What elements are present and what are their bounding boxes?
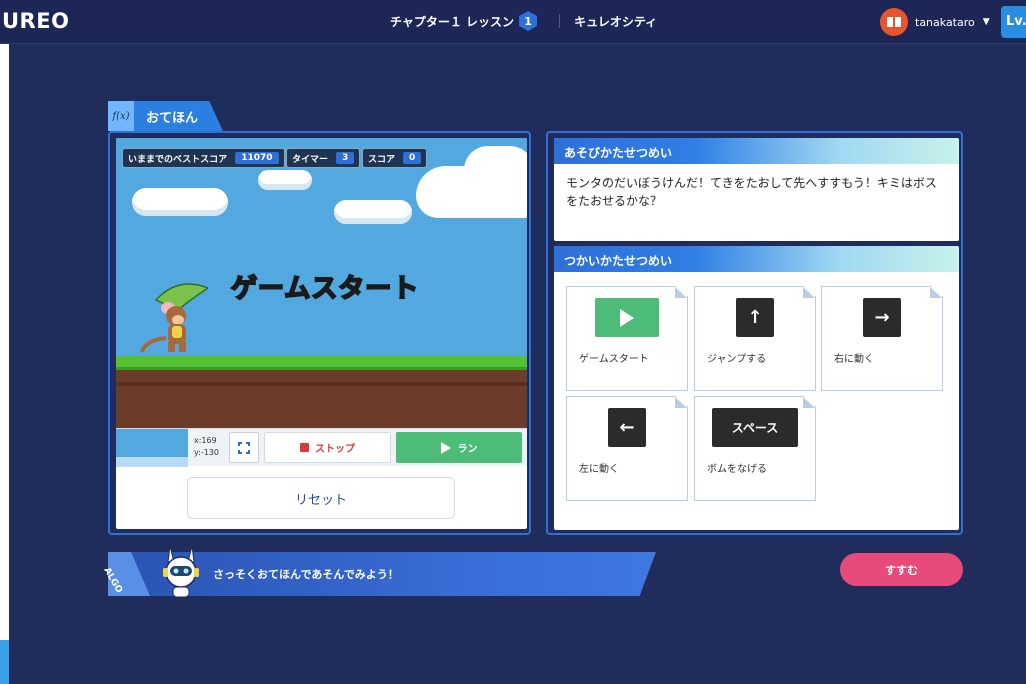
best-score-hud: いままでのベストスコア 11070 bbox=[122, 148, 285, 168]
controls-panel: つかいかたせつめい ゲームスタート ↑ ジャンプする → 右に動く ← 左に動く bbox=[554, 246, 959, 530]
key-card-right: → 右に動く bbox=[821, 286, 943, 391]
left-arrow-icon: ← bbox=[619, 417, 635, 438]
stage-thumbnail[interactable] bbox=[116, 429, 188, 467]
fullscreen-icon bbox=[237, 440, 251, 455]
space-key: スペース bbox=[712, 408, 798, 447]
stop-button[interactable]: ストップ bbox=[264, 432, 391, 463]
key-label: ジャンプする bbox=[707, 354, 767, 365]
how-to-play-title: あそびかたせつめい bbox=[554, 138, 959, 164]
play-icon bbox=[440, 441, 451, 454]
function-icon: f(x) bbox=[108, 101, 134, 131]
timer-label: タイマー bbox=[292, 154, 329, 165]
dirt-band bbox=[116, 382, 527, 386]
book-icon bbox=[887, 17, 901, 27]
coord-y: y:-130 bbox=[194, 448, 220, 457]
cloud bbox=[258, 170, 312, 190]
play-key-visual bbox=[595, 298, 659, 337]
left-edge-accent bbox=[0, 640, 9, 684]
avatar bbox=[880, 8, 908, 36]
timer-hud: タイマー 3 bbox=[286, 148, 361, 168]
key-label: 右に動く bbox=[834, 354, 874, 365]
caret-down-icon[interactable]: ▼ bbox=[983, 17, 990, 27]
controls-title: つかいかたせつめい bbox=[554, 246, 959, 272]
level-button[interactable]: Lv. bbox=[1001, 6, 1026, 38]
score-value: 0 bbox=[403, 152, 422, 164]
key-card-bomb: スペース ボムをなげる bbox=[694, 396, 816, 501]
control-bar: x:169 y:-130 ストップ ラン bbox=[116, 428, 527, 467]
game-start-title: ゲームスタート bbox=[230, 273, 420, 305]
key-card-left: ← 左に動く bbox=[566, 396, 688, 501]
score-label: スコア bbox=[368, 154, 396, 165]
space-key-label: スペース bbox=[731, 421, 779, 435]
game-stage[interactable]: いままでのベストスコア 11070 タイマー 3 スコア 0 ゲームスタート bbox=[116, 138, 527, 428]
right-arrow-key: → bbox=[863, 298, 901, 337]
cloud bbox=[334, 200, 412, 224]
key-label: ゲームスタート bbox=[579, 354, 649, 365]
example-tab-label: おてほん bbox=[146, 110, 199, 126]
instructions-panel: あそびかたせつめい モンタのだいぼうけんだ！てきをたおして先へすすもう！キミはボ… bbox=[546, 131, 963, 535]
stop-label: ストップ bbox=[315, 444, 355, 455]
stop-icon bbox=[300, 443, 309, 452]
right-arrow-icon: → bbox=[874, 307, 890, 328]
dirt-ground bbox=[116, 370, 527, 428]
grass-ground bbox=[116, 356, 527, 370]
logo[interactable]: UREO bbox=[2, 9, 69, 33]
how-to-play-panel: あそびかたせつめい モンタのだいぼうけんだ！てきをたおして先へすすもう！キミはボ… bbox=[554, 138, 959, 241]
course-name[interactable]: キュレオシティ bbox=[574, 13, 657, 30]
left-arrow-key: ← bbox=[608, 408, 646, 447]
best-score-label: いままでのベストスコア bbox=[128, 154, 228, 165]
up-arrow-icon: ↑ bbox=[747, 307, 763, 328]
cloud bbox=[464, 146, 527, 194]
cloud bbox=[132, 188, 228, 216]
top-header: UREO チャプター１ レッスン 1 キュレオシティ tanakataro ▼ … bbox=[0, 0, 1026, 44]
up-arrow-key: ↑ bbox=[736, 298, 774, 337]
reset-button[interactable]: リセット bbox=[187, 477, 455, 519]
lesson-label: チャプター１ レッスン bbox=[390, 14, 515, 29]
user-menu[interactable]: tanakataro ▼ bbox=[880, 8, 990, 36]
lesson-number-badge: 1 bbox=[519, 11, 538, 31]
key-card-start: ゲームスタート bbox=[566, 286, 688, 391]
key-label: 左に動く bbox=[579, 464, 619, 475]
example-panel: いままでのベストスコア 11070 タイマー 3 スコア 0 ゲームスタート x… bbox=[108, 131, 531, 535]
robot-mascot-icon bbox=[163, 545, 199, 598]
run-label: ラン bbox=[457, 444, 478, 455]
run-button[interactable]: ラン bbox=[396, 432, 522, 463]
monkey-character bbox=[140, 283, 208, 353]
assistant-message: さっそくおてほんであそんでみよう！ bbox=[213, 568, 399, 581]
lesson-breadcrumb: チャプター１ レッスン 1 キュレオシティ bbox=[390, 11, 657, 31]
header-divider bbox=[559, 14, 561, 28]
key-card-jump: ↑ ジャンプする bbox=[694, 286, 816, 391]
next-button[interactable]: すすむ bbox=[840, 553, 963, 586]
left-edge-panel bbox=[0, 44, 9, 684]
example-content: いままでのベストスコア 11070 タイマー 3 スコア 0 ゲームスタート x… bbox=[116, 138, 527, 529]
coord-x: x:169 bbox=[194, 436, 217, 445]
key-label: ボムをなげる bbox=[707, 464, 767, 475]
username: tanakataro bbox=[915, 15, 975, 29]
example-tab: f(x) おてほん bbox=[108, 101, 223, 131]
thumbnail-ground bbox=[116, 457, 188, 467]
score-hud: スコア 0 bbox=[362, 148, 428, 168]
timer-value: 3 bbox=[336, 152, 355, 164]
coordinates: x:169 y:-130 bbox=[194, 435, 219, 459]
how-to-play-text: モンタのだいぼうけんだ！てきをたおして先へすすもう！キミはボスをたおせるかな？ bbox=[566, 176, 937, 208]
fullscreen-button[interactable] bbox=[229, 432, 259, 463]
best-score-value: 11070 bbox=[235, 152, 279, 164]
play-icon bbox=[620, 308, 634, 327]
